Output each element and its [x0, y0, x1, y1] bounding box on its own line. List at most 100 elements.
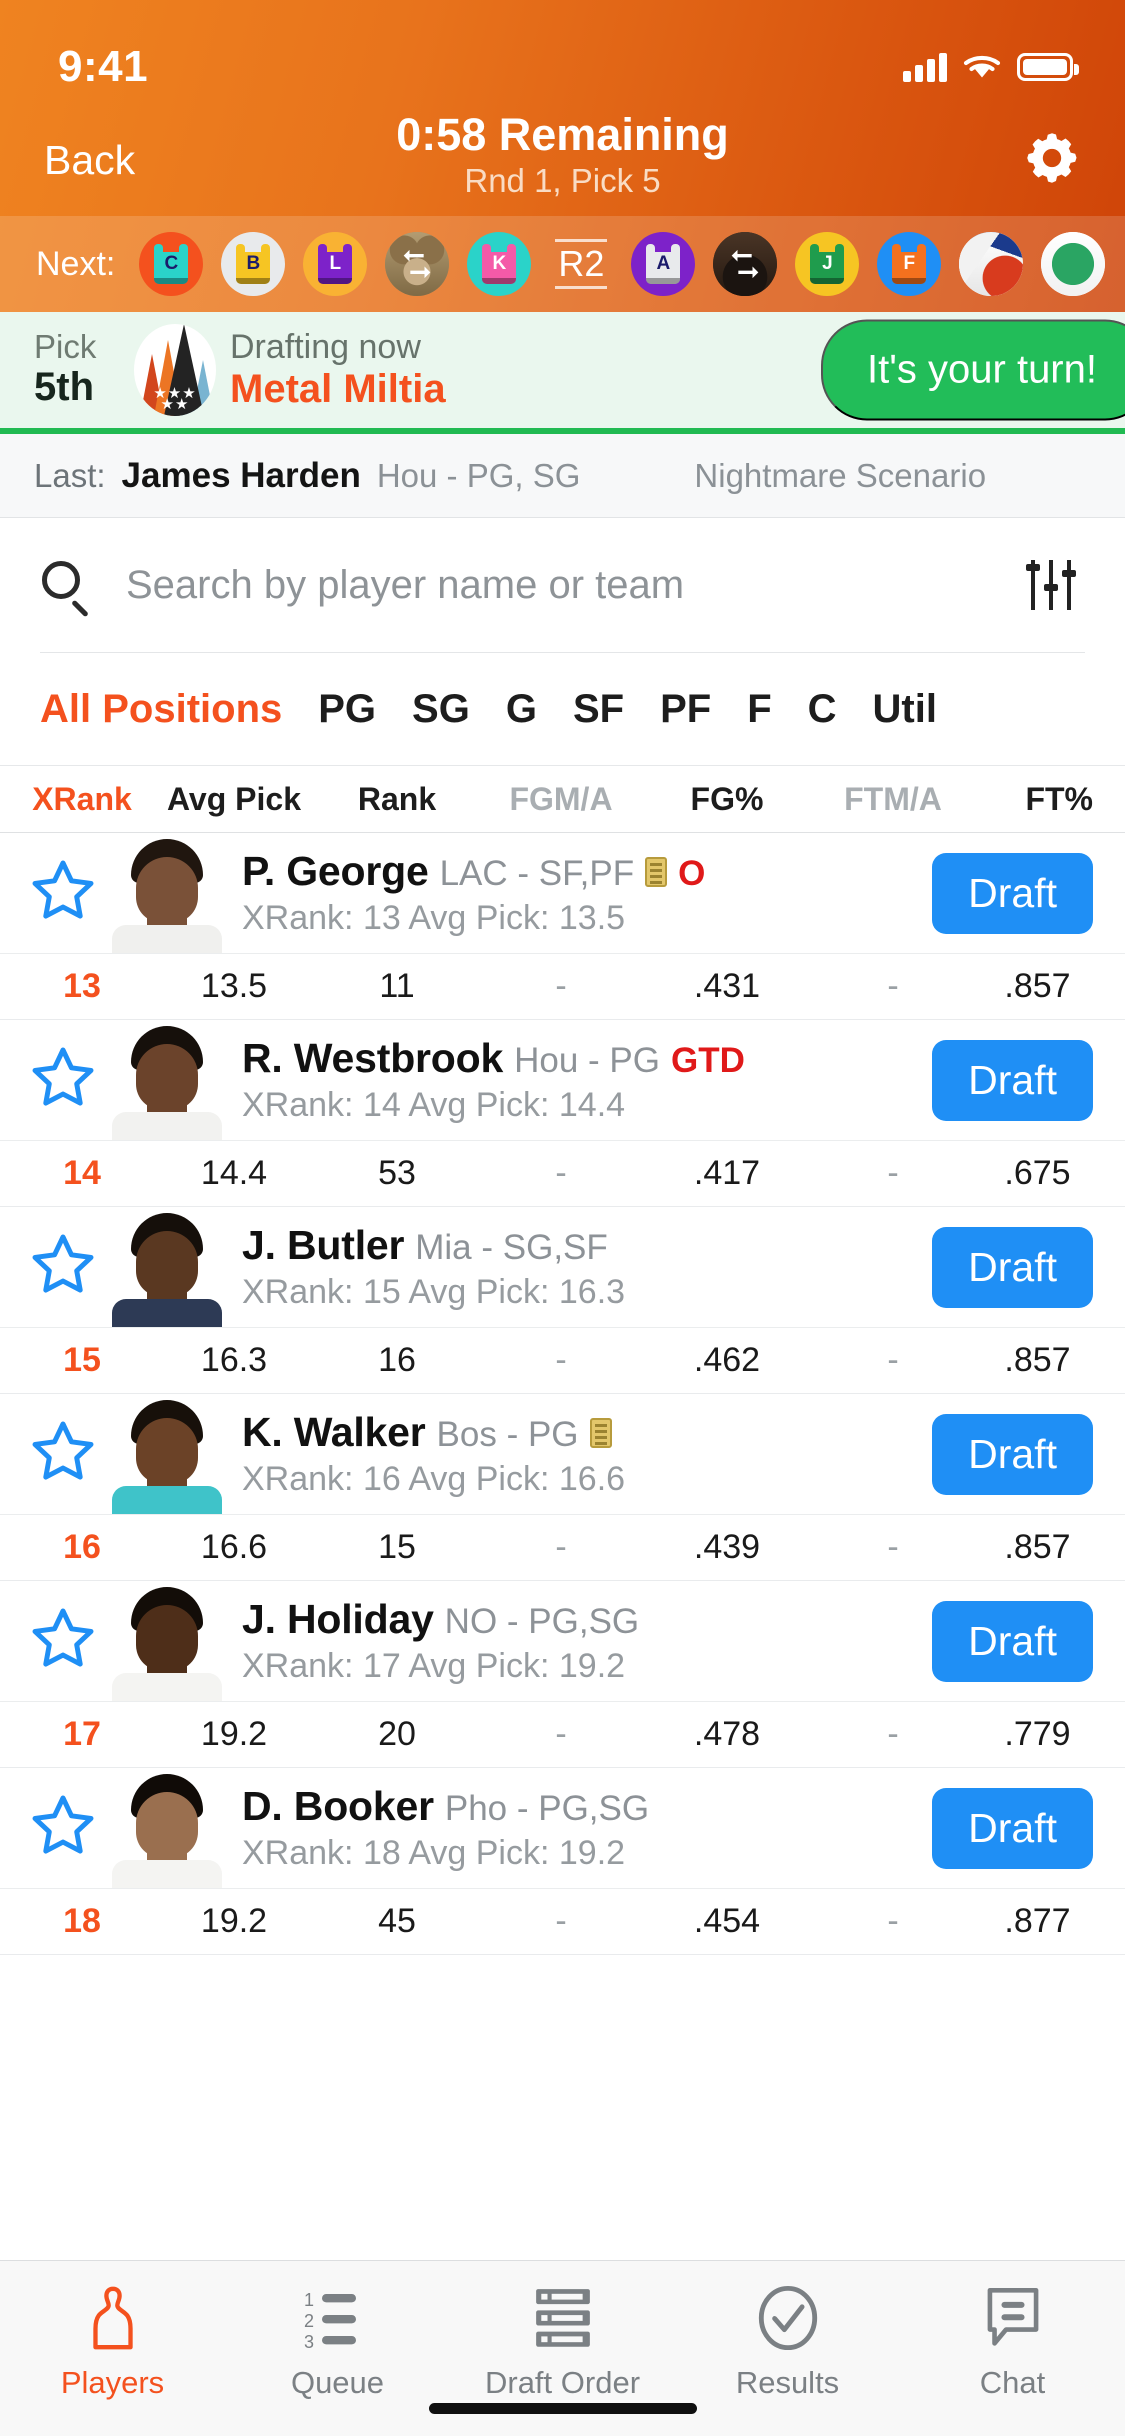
- position-tab-sf[interactable]: SF: [573, 687, 624, 732]
- position-tab-util[interactable]: Util: [873, 687, 937, 732]
- player-row[interactable]: R. Westbrook Hou - PG GTD XRank: 14 Avg Pic…: [0, 1020, 1125, 1207]
- position-tab-pg[interactable]: PG: [318, 687, 376, 732]
- sliders-filter-icon[interactable]: [1025, 558, 1079, 612]
- jersey-letter: A: [656, 253, 671, 274]
- player-row[interactable]: J. Butler Mia - SG,SF XRank: 15 Avg Pick: …: [0, 1207, 1125, 1394]
- position-tab-pf[interactable]: PF: [660, 687, 711, 732]
- team-avatar-l[interactable]: L: [303, 232, 368, 296]
- favorite-star-button[interactable]: [26, 1417, 104, 1491]
- team-avatar-logo[interactable]: [959, 232, 1024, 296]
- stat-fgp: .431: [693, 967, 761, 1005]
- favorite-star-button[interactable]: [26, 1791, 104, 1865]
- player-row[interactable]: J. Holiday NO - PG,SG XRank: 17 Avg Pick: …: [0, 1581, 1125, 1768]
- team-avatar-k[interactable]: K: [467, 232, 532, 296]
- stat-fgma: -: [555, 1154, 567, 1192]
- player-row[interactable]: K. Walker Bos - PG XRank: 16 Avg Pick: 16.…: [0, 1394, 1125, 1581]
- stat-header-fg-[interactable]: FG%: [650, 781, 804, 818]
- player-row-main[interactable]: J. Holiday NO - PG,SG XRank: 17 Avg Pick: …: [0, 1581, 1125, 1701]
- check-circle-icon: [756, 2281, 820, 2355]
- search-input[interactable]: [126, 562, 1025, 608]
- last-pick-bar[interactable]: Last: James Harden Hou - PG, SG Nightmar…: [0, 434, 1125, 518]
- player-jersey-icon: [82, 2281, 144, 2355]
- position-tab-f[interactable]: F: [747, 687, 771, 732]
- status-bar: 9:41: [0, 0, 1125, 104]
- player-row[interactable]: P. George LAC - SF,PF O XRank: 13 Avg Pick:…: [0, 833, 1125, 1020]
- team-avatar-f[interactable]: F: [877, 232, 942, 296]
- player-rank-summary: XRank: 18 Avg Pick: 19.2: [242, 1834, 626, 1872]
- player-row-main[interactable]: P. George LAC - SF,PF O XRank: 13 Avg Pick:…: [0, 833, 1125, 953]
- tab-results[interactable]: Results: [675, 2281, 900, 2401]
- favorite-star-icon: [32, 1421, 94, 1480]
- favorite-star-button[interactable]: [26, 1604, 104, 1678]
- metal-miltia-logo: ★★★ ★★: [134, 324, 216, 416]
- stat-fgma: -: [555, 1902, 567, 1940]
- player-stats-row: 13 13.5 11 - .431 - .857: [0, 953, 1125, 1019]
- player-news-icon[interactable]: [589, 1417, 612, 1448]
- draft-button[interactable]: Draft: [932, 1039, 1093, 1121]
- draft-button[interactable]: Draft: [932, 1787, 1093, 1869]
- settings-button[interactable]: [1023, 129, 1081, 192]
- position-tab-all-positions[interactable]: All Positions: [40, 687, 282, 732]
- autopick-swap-icon: [385, 232, 449, 296]
- position-tab-sg[interactable]: SG: [412, 687, 470, 732]
- stat-header-rank[interactable]: Rank: [322, 781, 472, 818]
- team-logo-graphic: [959, 232, 1024, 296]
- player-row[interactable]: D. Booker Pho - PG,SG XRank: 18 Avg Pick: …: [0, 1768, 1125, 1955]
- player-stats-row: 16 16.6 15 - .439 - .857: [0, 1514, 1125, 1580]
- team-avatar-c[interactable]: C: [139, 232, 204, 296]
- position-tab-g[interactable]: G: [506, 687, 537, 732]
- jersey-letter: J: [822, 253, 833, 274]
- favorite-star-button[interactable]: [26, 856, 104, 930]
- tab-draft-order[interactable]: Draft Order: [450, 2281, 675, 2401]
- player-stats-row: 17 19.2 20 - .478 - .779: [0, 1701, 1125, 1767]
- draft-button[interactable]: Draft: [932, 1226, 1093, 1308]
- next-picks-strip[interactable]: Next: C B L K R2 A J F: [0, 216, 1125, 312]
- player-stats-row: 15 16.3 16 - .462 - .857: [0, 1327, 1125, 1393]
- cellular-signal-icon: [903, 52, 947, 82]
- tab-queue[interactable]: 1 2 3 Queue: [225, 2281, 450, 2401]
- team-avatar-j[interactable]: J: [795, 232, 860, 296]
- player-row-main[interactable]: J. Butler Mia - SG,SF XRank: 15 Avg Pick: …: [0, 1207, 1125, 1327]
- position-tab-c[interactable]: C: [808, 687, 837, 732]
- favorite-star-icon: [32, 1234, 94, 1293]
- draft-button[interactable]: Draft: [932, 1600, 1093, 1682]
- favorite-star-button[interactable]: [26, 1043, 104, 1117]
- tab-players[interactable]: Players: [0, 2281, 225, 2401]
- nightmare-scenario-link[interactable]: Nightmare Scenario: [694, 457, 986, 495]
- jersey-icon: J: [810, 244, 845, 284]
- pick-label: Pick: [34, 328, 97, 366]
- team-avatar-b[interactable]: B: [221, 232, 286, 296]
- player-row-main[interactable]: K. Walker Bos - PG XRank: 16 Avg Pick: 16.…: [0, 1394, 1125, 1514]
- draft-button[interactable]: Draft: [932, 1413, 1093, 1495]
- team-avatar-a[interactable]: A: [631, 232, 696, 296]
- stat-fgma: -: [555, 1528, 567, 1566]
- draft-button[interactable]: Draft: [932, 852, 1093, 934]
- stat-header-fgm-a[interactable]: FGM/A: [472, 781, 650, 818]
- player-headshot: [108, 1581, 226, 1701]
- back-button[interactable]: Back: [44, 137, 135, 184]
- stat-header-xrank[interactable]: XRank: [18, 781, 146, 818]
- tab-chat[interactable]: Chat: [900, 2281, 1125, 2401]
- stat-header-avg-pick[interactable]: Avg Pick: [146, 781, 322, 818]
- stat-ftp: .779: [1004, 1715, 1071, 1753]
- player-row-main[interactable]: D. Booker Pho - PG,SG XRank: 18 Avg Pick: …: [0, 1768, 1125, 1888]
- player-list[interactable]: P. George LAC - SF,PF O XRank: 13 Avg Pick:…: [0, 833, 1125, 2260]
- stat-ftp: .857: [1004, 967, 1071, 1005]
- pick-value: 5th: [34, 365, 94, 410]
- stat-fgma: -: [555, 1341, 567, 1379]
- jersey-icon: L: [318, 244, 353, 284]
- stat-header-ft-[interactable]: FT%: [982, 781, 1095, 818]
- player-news-icon[interactable]: [645, 856, 668, 887]
- stat-header-ftm-a[interactable]: FTM/A: [804, 781, 982, 818]
- team-avatar-logo-green[interactable]: [1041, 232, 1106, 296]
- team-avatar-dark-autopick[interactable]: [713, 232, 778, 296]
- stat-ftma: -: [887, 1902, 899, 1940]
- player-rank-summary: XRank: 14 Avg Pick: 14.4: [242, 1086, 626, 1124]
- stat-avg-pick: 19.2: [200, 1902, 268, 1940]
- player-row-main[interactable]: R. Westbrook Hou - PG GTD XRank: 14 Avg Pic…: [0, 1020, 1125, 1140]
- team-avatar-dog-autopick[interactable]: [385, 232, 450, 296]
- jersey-letter: K: [492, 253, 507, 274]
- its-your-turn-button[interactable]: It's your turn!: [821, 319, 1125, 421]
- favorite-star-button[interactable]: [26, 1230, 104, 1304]
- stat-fgp: .439: [693, 1528, 761, 1566]
